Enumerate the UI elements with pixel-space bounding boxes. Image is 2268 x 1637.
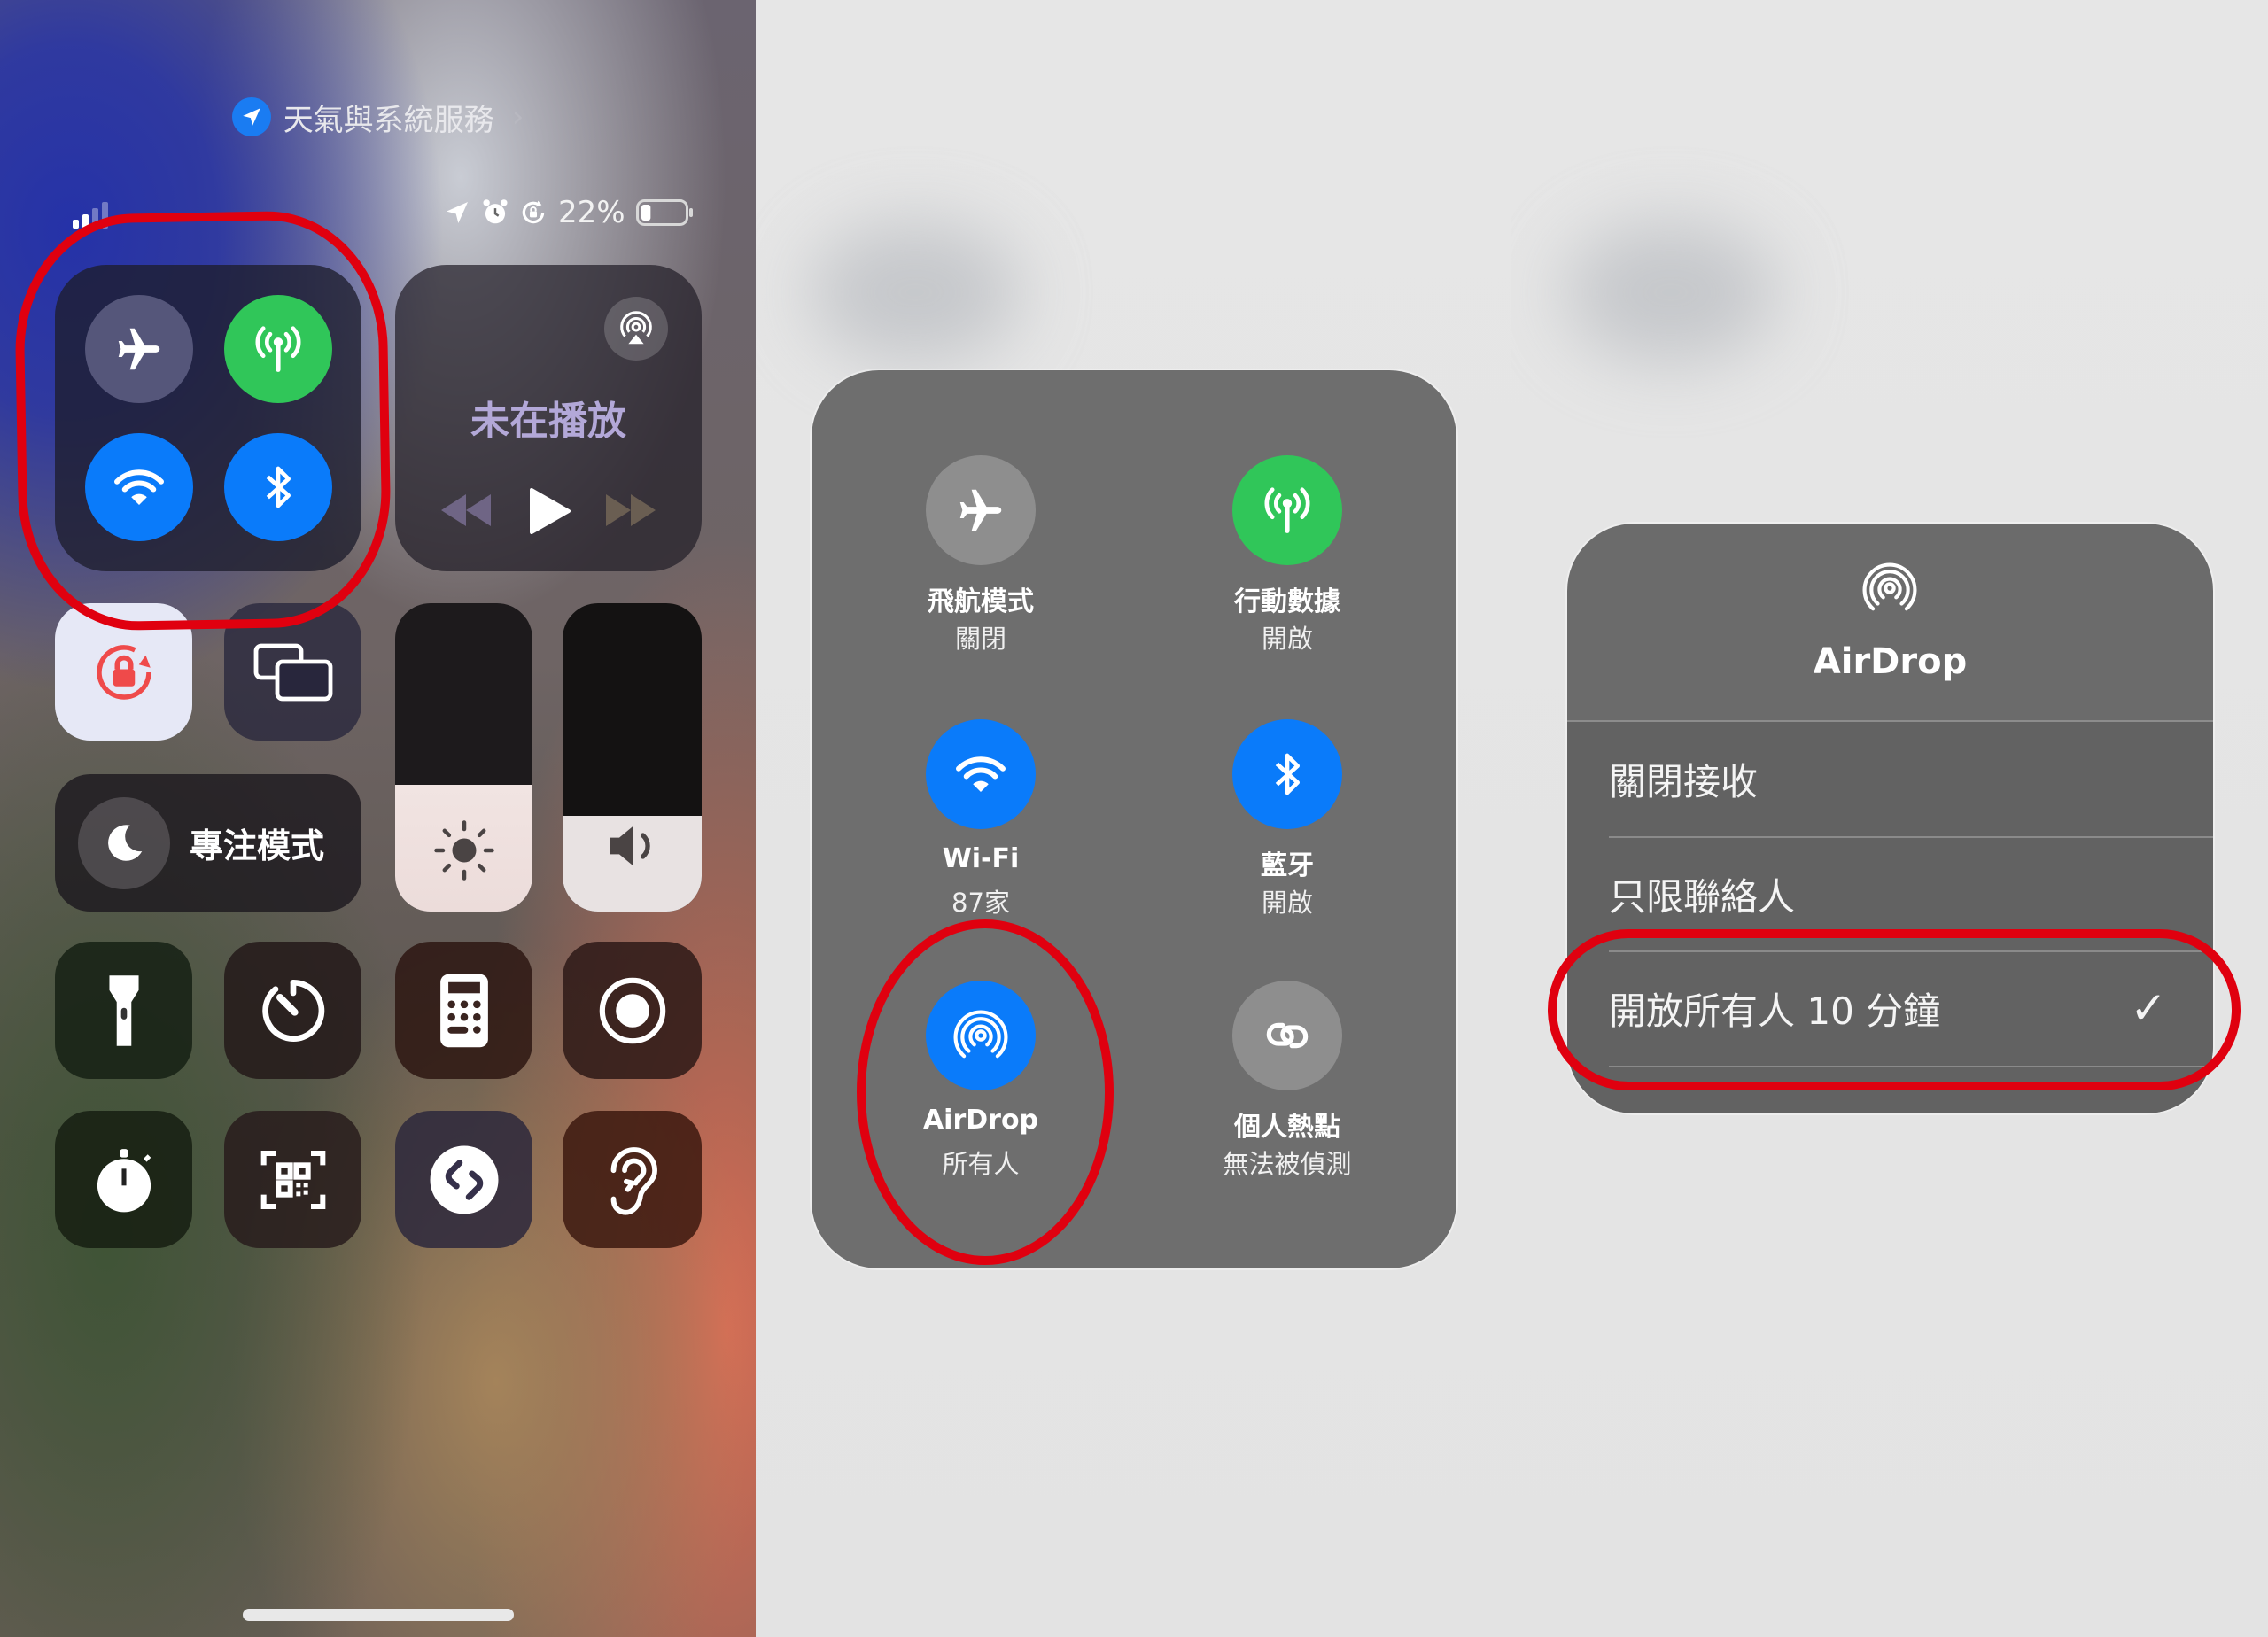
home-indicator[interactable] xyxy=(243,1609,514,1621)
shazam-icon xyxy=(427,1143,501,1217)
focus-mode-button[interactable]: 專注模式 xyxy=(55,774,361,912)
hotspot-icon xyxy=(1260,1008,1315,1063)
annotation-circle-connectivity xyxy=(15,211,391,631)
antenna-icon xyxy=(1260,483,1315,538)
cellular-data-label: 行動數據 xyxy=(1234,586,1340,617)
option-label: 關閉接收 xyxy=(1609,759,1759,803)
bluetooth-status: 開啟 xyxy=(1261,888,1313,918)
stopwatch-icon xyxy=(93,1146,155,1214)
moon-icon-bg xyxy=(78,796,170,889)
qr-scanner-button[interactable] xyxy=(224,1111,361,1248)
airplane-mode-label: 飛航模式 xyxy=(928,586,1034,617)
sun-icon xyxy=(432,818,496,882)
annotation-circle-airdrop xyxy=(857,919,1114,1265)
control-center-panel: 天氣與系統服務 › 22% 未在播放 專注模式 xyxy=(0,0,756,1637)
option-label: 只限聯絡人 xyxy=(1609,874,1796,919)
airplane-icon xyxy=(953,483,1008,538)
bluetooth-icon xyxy=(1262,749,1312,799)
timer-button[interactable] xyxy=(224,942,361,1079)
airdrop-icon xyxy=(1862,561,1917,616)
speaker-icon xyxy=(605,821,662,871)
bluetooth-toggle[interactable] xyxy=(1232,719,1342,829)
cellular-data-toggle[interactable] xyxy=(1232,455,1342,565)
hearing-icon xyxy=(603,1142,662,1218)
timer-icon xyxy=(258,975,329,1046)
stopwatch-button[interactable] xyxy=(55,1111,192,1248)
wifi-icon xyxy=(954,748,1007,801)
annotation-circle-everyone-option xyxy=(1548,929,2241,1090)
screen-record-button[interactable] xyxy=(563,942,702,1079)
bluetooth-label: 藍牙 xyxy=(1261,850,1314,881)
screen-record-icon xyxy=(596,974,669,1047)
qr-scanner-icon xyxy=(258,1144,329,1215)
moon-icon xyxy=(100,819,148,867)
shazam-button[interactable] xyxy=(395,1111,532,1248)
airplane-mode-status: 關閉 xyxy=(954,624,1006,654)
flashlight-button[interactable] xyxy=(55,942,192,1079)
airplane-mode-toggle[interactable] xyxy=(926,455,1036,565)
calculator-button[interactable] xyxy=(395,942,532,1079)
hotspot-label: 個人熱點 xyxy=(1234,1112,1340,1143)
flashlight-icon xyxy=(106,973,142,1049)
focus-mode-label: 專注模式 xyxy=(190,826,325,865)
background-blur xyxy=(809,221,1021,363)
wifi-toggle[interactable] xyxy=(926,719,1036,829)
wifi-label: Wi-Fi xyxy=(942,843,1020,874)
personal-hotspot-toggle[interactable] xyxy=(1232,981,1342,1090)
hotspot-status: 無法被偵測 xyxy=(1223,1149,1352,1179)
background-blur xyxy=(1565,221,1777,363)
hearing-button[interactable] xyxy=(563,1111,702,1248)
cellular-data-status: 開啟 xyxy=(1261,624,1313,654)
airdrop-option-receiving-off[interactable]: 關閉接收 xyxy=(1567,721,2213,836)
calculator-icon xyxy=(439,973,490,1049)
airdrop-menu-title: AirDrop xyxy=(1813,641,1968,682)
